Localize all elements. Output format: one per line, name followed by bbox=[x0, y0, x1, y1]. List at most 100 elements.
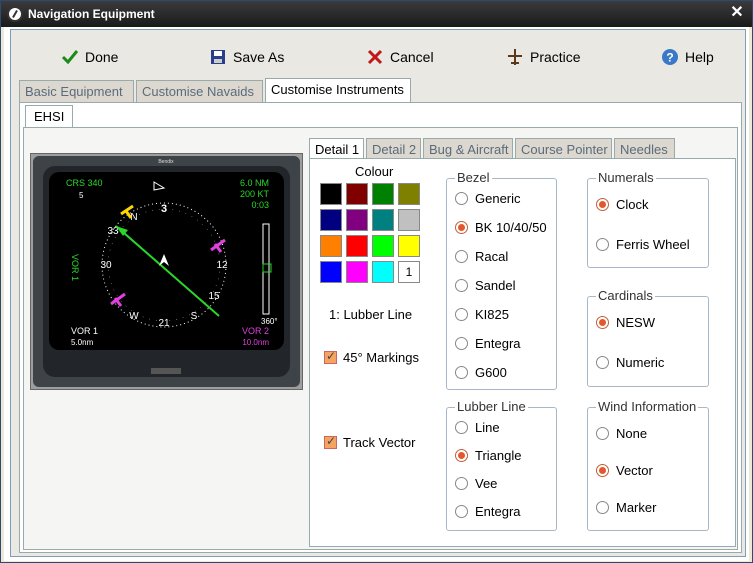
colour-swatch[interactable] bbox=[372, 209, 394, 231]
radio-button[interactable] bbox=[455, 250, 468, 263]
colour-swatch[interactable] bbox=[398, 235, 420, 257]
vor-left-label: VOR 1 bbox=[70, 254, 80, 281]
radio-button[interactable] bbox=[455, 421, 468, 434]
lubber_line-option-entegra[interactable]: Entegra bbox=[455, 504, 521, 519]
track-vector-checkbox[interactable]: Track Vector bbox=[324, 434, 415, 450]
radio-button[interactable] bbox=[596, 464, 609, 477]
radio-label: KI825 bbox=[475, 307, 509, 322]
bezel-option-racal[interactable]: Racal bbox=[455, 249, 508, 264]
save-as-button[interactable]: Save As bbox=[209, 44, 284, 70]
colour-swatch[interactable] bbox=[346, 209, 368, 231]
colour-swatch[interactable] bbox=[320, 261, 342, 283]
colour-palette: 1 bbox=[320, 183, 424, 287]
tab-detail-2[interactable]: Detail 2 bbox=[366, 138, 421, 160]
cardinals-title: Cardinals bbox=[596, 288, 655, 303]
practice-button[interactable]: Practice bbox=[506, 44, 581, 70]
radio-label: Triangle bbox=[475, 448, 522, 463]
cross-icon bbox=[367, 49, 383, 65]
heading-readout: 360° bbox=[261, 317, 278, 326]
markings-45-box[interactable] bbox=[324, 349, 337, 364]
cancel-button[interactable]: Cancel bbox=[366, 44, 434, 70]
help-button[interactable]: ? Help bbox=[661, 44, 714, 70]
done-button[interactable]: Done bbox=[61, 44, 118, 70]
radio-button[interactable] bbox=[455, 505, 468, 518]
colour-swatch[interactable] bbox=[372, 183, 394, 205]
wind_information-option-vector[interactable]: Vector bbox=[596, 463, 653, 478]
course-sub: 5 bbox=[79, 191, 84, 200]
colour-swatch[interactable] bbox=[346, 235, 368, 257]
toolbar: Done Save As Cancel Practice ? Help bbox=[11, 40, 747, 74]
radio-button[interactable] bbox=[455, 192, 468, 205]
close-icon[interactable]: ✕ bbox=[728, 4, 746, 22]
colour-swatch[interactable] bbox=[398, 183, 420, 205]
radio-button[interactable] bbox=[455, 308, 468, 321]
colour-swatch[interactable] bbox=[398, 209, 420, 231]
colour-swatch[interactable] bbox=[320, 235, 342, 257]
cardinals-option-nesw[interactable]: NESW bbox=[596, 315, 655, 330]
lubber_line-option-vee[interactable]: Vee bbox=[455, 476, 497, 491]
radio-label: NESW bbox=[616, 315, 655, 330]
bezel-option-bk-10-40-50[interactable]: BK 10/40/50 bbox=[455, 220, 547, 235]
bezel-option-entegra[interactable]: Entegra bbox=[455, 336, 521, 351]
colour-swatch[interactable] bbox=[372, 235, 394, 257]
tab-customise-navaids[interactable]: Customise Navaids bbox=[136, 80, 263, 102]
radio-button[interactable] bbox=[596, 427, 609, 440]
cardinals-group: Cardinals NESW Numeric bbox=[587, 288, 709, 387]
numerals-option-clock[interactable]: Clock bbox=[596, 197, 649, 212]
wind_information-option-none[interactable]: None bbox=[596, 426, 647, 441]
colour-swatch[interactable] bbox=[346, 183, 368, 205]
title-bar: Navigation Equipment ✕ bbox=[1, 1, 752, 27]
colour-swatch-selected[interactable]: 1 bbox=[398, 261, 420, 283]
radio-button[interactable] bbox=[596, 238, 609, 251]
radio-button[interactable] bbox=[596, 501, 609, 514]
tab-ehsi[interactable]: EHSI bbox=[25, 105, 74, 127]
radio-button[interactable] bbox=[455, 366, 468, 379]
track-vector-box[interactable] bbox=[324, 434, 337, 449]
wind_information-option-marker[interactable]: Marker bbox=[596, 500, 656, 515]
tab-detail-1[interactable]: Detail 1 bbox=[309, 138, 364, 160]
colour-swatch[interactable] bbox=[320, 209, 342, 231]
nav1-source: VOR 1 bbox=[71, 326, 98, 336]
bezel-option-g600[interactable]: G600 bbox=[455, 365, 507, 380]
radio-button[interactable] bbox=[455, 221, 468, 234]
lubber-line-title: Lubber Line bbox=[455, 399, 528, 414]
wind-information-group: Wind Information None Vector Marker bbox=[587, 399, 709, 531]
radio-label: Line bbox=[475, 420, 500, 435]
colour-swatch[interactable] bbox=[372, 261, 394, 283]
tab-bug-aircraft[interactable]: Bug & Aircraft bbox=[423, 138, 513, 160]
bezel-option-sandel[interactable]: Sandel bbox=[455, 278, 515, 293]
radio-button[interactable] bbox=[596, 356, 609, 369]
radio-label: None bbox=[616, 426, 648, 441]
radio-label: Entegra bbox=[475, 336, 521, 351]
colour-swatch[interactable] bbox=[320, 183, 342, 205]
tab-needles[interactable]: Needles bbox=[614, 138, 675, 160]
help-label: Help bbox=[685, 49, 714, 65]
radio-button[interactable] bbox=[596, 316, 609, 329]
tab-course-pointer[interactable]: Course Pointer bbox=[515, 138, 612, 160]
radio-button[interactable] bbox=[455, 449, 468, 462]
numerals-title: Numerals bbox=[596, 170, 656, 185]
colour-swatch[interactable] bbox=[346, 261, 368, 283]
client-area: Done Save As Cancel Practice ? Help Basi… bbox=[4, 27, 749, 561]
heading-30: 30 bbox=[100, 260, 112, 271]
tab-basic-equipment[interactable]: Basic Equipment bbox=[19, 80, 134, 102]
markings-45-checkbox[interactable]: 45° Markings bbox=[324, 349, 419, 365]
radio-button[interactable] bbox=[596, 198, 609, 211]
ehsi-preview: Bendix 3 N 33 30 12 15 S 21 W CRS 340 5 … bbox=[30, 153, 303, 390]
numerals-option-ferris-wheel[interactable]: Ferris Wheel bbox=[596, 237, 690, 252]
cancel-label: Cancel bbox=[390, 49, 434, 65]
radio-label: Clock bbox=[616, 197, 649, 212]
radio-label: Marker bbox=[616, 500, 657, 515]
bezel-option-ki825[interactable]: KI825 bbox=[455, 307, 509, 322]
bezel-option-generic[interactable]: Generic bbox=[455, 191, 521, 206]
lubber_line-option-line[interactable]: Line bbox=[455, 420, 500, 435]
cardinals-option-numeric[interactable]: Numeric bbox=[596, 355, 664, 370]
svg-text:?: ? bbox=[666, 51, 673, 65]
radio-button[interactable] bbox=[455, 337, 468, 350]
lubber_line-option-triangle[interactable]: Triangle bbox=[455, 448, 521, 463]
radio-button[interactable] bbox=[455, 279, 468, 292]
heading-15: 15 bbox=[208, 291, 220, 302]
help-icon: ? bbox=[662, 49, 678, 65]
radio-button[interactable] bbox=[455, 477, 468, 490]
tab-customise-instruments[interactable]: Customise Instruments bbox=[265, 78, 411, 102]
